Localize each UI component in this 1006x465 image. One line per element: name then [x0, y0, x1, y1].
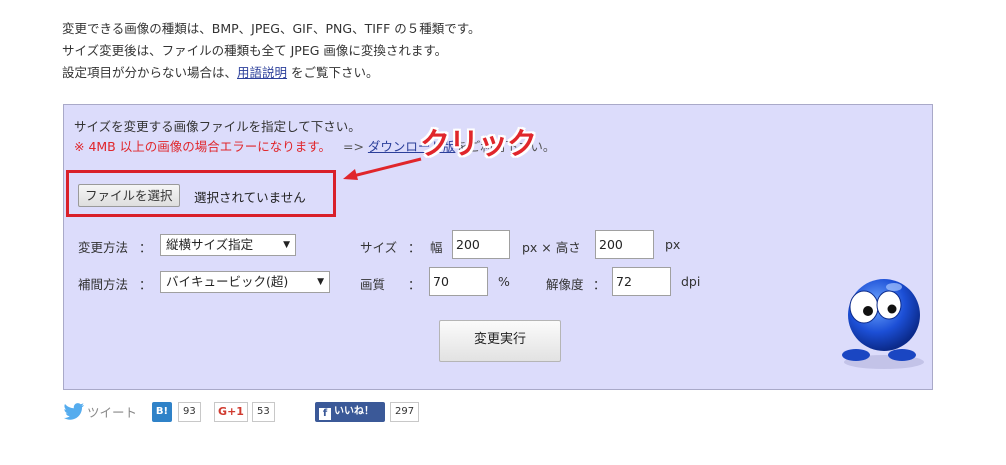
resize-form-panel: サイズを変更する画像ファイルを指定して下さい。 ※ 4MB 以上の画像の場合エラ… — [63, 104, 933, 390]
interp-select-value: バイキュービック(超) — [166, 274, 289, 289]
intro-line-2: サイズ変更後は、ファイルの種類も全て JPEG 画像に変換されます。 — [62, 43, 448, 58]
gplus-count: 53 — [252, 402, 275, 422]
file-status-text: 選択されていません — [194, 190, 306, 205]
tweet-button[interactable]: ツイート — [87, 402, 137, 421]
annotation-arrow-icon — [343, 157, 422, 180]
click-annotation: クリック — [420, 127, 537, 162]
width-label: 幅 — [430, 240, 443, 255]
method-select[interactable]: 縦横サイズ指定 ▼ — [160, 234, 296, 256]
gplus-button[interactable]: G+1 — [214, 402, 248, 422]
intro-line-1: 変更できる画像の種類は、BMP、JPEG、GIF、PNG、TIFF の５種類です… — [62, 21, 481, 36]
intro-line-3-before: 設定項目が分からない場合は、 — [62, 65, 238, 80]
dpi-unit: dpi — [681, 274, 701, 289]
quality-label: 画質 — [360, 277, 386, 292]
file-picker-highlight: ファイルを選択 選択されていません — [66, 170, 336, 217]
glossary-link[interactable]: 用語説明 — [237, 65, 287, 80]
method-select-value: 縦横サイズ指定 — [166, 237, 254, 252]
hatena-bookmark-button[interactable]: B! — [152, 402, 172, 422]
resolution-label: 解像度 — [546, 277, 584, 292]
resolution-colon: ： — [593, 277, 606, 292]
chevron-down-icon: ▼ — [317, 277, 324, 287]
facebook-like-button[interactable]: f いいね！ — [315, 402, 385, 422]
px-unit: px — [665, 237, 681, 252]
quality-colon: ： — [408, 277, 421, 292]
height-input[interactable]: 200 — [595, 230, 654, 259]
execute-resize-button[interactable]: 変更実行 — [439, 320, 561, 362]
quality-input[interactable]: 70 — [429, 267, 488, 296]
intro-line-3: 設定項目が分からない場合は、用語説明 をご覧下さい。 — [62, 62, 481, 84]
width-input[interactable]: 200 — [452, 230, 510, 259]
method-label: 変更方法 — [78, 240, 129, 255]
choose-file-button[interactable]: ファイルを選択 — [78, 184, 180, 207]
height-label: px × 高さ — [522, 240, 581, 255]
twitter-bird-icon[interactable] — [63, 402, 85, 422]
blue-mascot-icon — [842, 279, 924, 369]
resolution-input[interactable]: 72 — [612, 267, 671, 296]
size-colon: ： — [408, 240, 421, 255]
facebook-icon: f — [319, 408, 331, 420]
method-colon: ： — [139, 240, 152, 255]
facebook-like-label: いいね！ — [334, 406, 374, 417]
size-warning: ※ 4MB 以上の画像の場合エラーになります。 — [74, 139, 331, 154]
chevron-down-icon: ▼ — [283, 240, 290, 250]
interp-colon: ： — [139, 277, 152, 292]
intro-line-3-after: をご覧下さい。 — [287, 65, 379, 80]
interp-label: 補間方法 — [78, 277, 129, 292]
size-label: サイズ — [360, 240, 398, 255]
hatena-count: 93 — [178, 402, 201, 422]
percent-unit: % — [498, 274, 510, 289]
facebook-count: 297 — [390, 402, 420, 422]
interp-select[interactable]: バイキュービック(超) ▼ — [160, 271, 330, 293]
warning-arrow-text: => — [342, 139, 368, 154]
intro-text: 変更できる画像の種類は、BMP、JPEG、GIF、PNG、TIFF の５種類です… — [62, 18, 481, 84]
